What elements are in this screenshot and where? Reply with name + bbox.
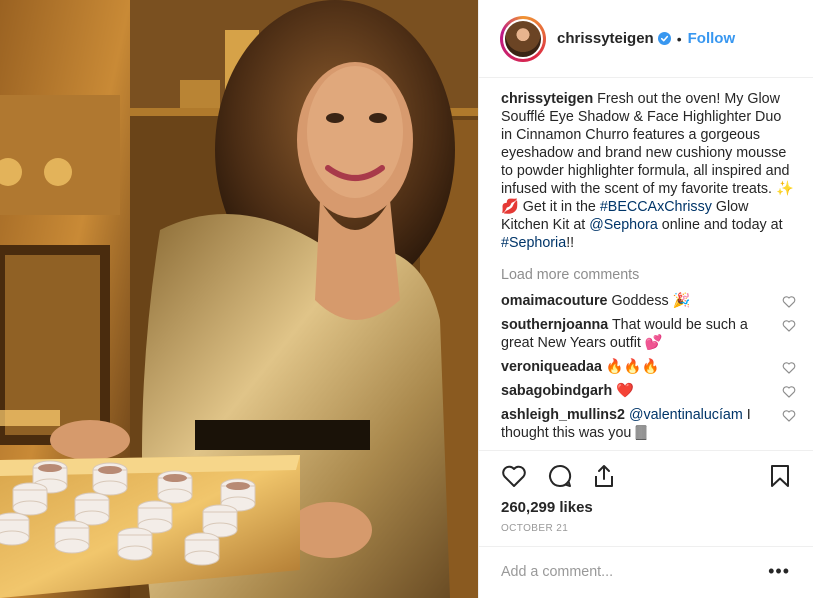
- comment-username[interactable]: southernjoanna: [501, 317, 608, 333]
- load-more-comments-link[interactable]: Load more comments: [501, 267, 796, 283]
- comment-row: sabagobindgarh ❤️: [501, 382, 796, 400]
- comment-row: ashleigh_mullins2 @valentinalucíam I tho…: [501, 406, 796, 442]
- avatar-image: [503, 18, 543, 59]
- comment-username[interactable]: omaimacouture: [501, 293, 607, 309]
- verified-badge-icon: [657, 32, 671, 45]
- caption-text-3: online and today at: [657, 217, 783, 233]
- post-date: OCTOBER 21: [501, 523, 569, 534]
- comment-username[interactable]: veroniqueadaa: [501, 359, 602, 375]
- comment-row: southernjoanna That would be such a grea…: [501, 316, 796, 352]
- caption-hashtag-becca[interactable]: #BECCAxChrissy: [600, 199, 712, 215]
- post-side-panel: chrissyteigen • Follow chrissyteigen Fre…: [478, 0, 813, 598]
- comment-row: veroniqueadaa 🔥🔥🔥: [501, 358, 796, 376]
- comment-like-heart-icon[interactable]: [782, 385, 796, 398]
- photo-illustration: [0, 0, 478, 598]
- post-actions-bar: [479, 450, 813, 498]
- comment-like-heart-icon[interactable]: [782, 409, 796, 422]
- caption-username[interactable]: chrissyteigen: [501, 91, 593, 107]
- comment-mention[interactable]: @valentinalucíam: [629, 407, 743, 423]
- post-header: chrissyteigen • Follow: [479, 0, 813, 78]
- comment-row: omaimacouture Goddess 🎉: [501, 292, 796, 310]
- comments-section[interactable]: chrissyteigen Fresh out the oven! My Glo…: [501, 90, 796, 450]
- post-photo[interactable]: [0, 0, 478, 598]
- header-username[interactable]: chrissyteigen: [557, 30, 654, 47]
- comment-text: ❤️: [612, 383, 634, 399]
- add-comment-bar: Add a comment... •••: [479, 546, 813, 598]
- add-comment-input[interactable]: Add a comment...: [501, 564, 613, 580]
- comment-like-heart-icon[interactable]: [782, 361, 796, 374]
- comment-like-heart-icon[interactable]: [782, 295, 796, 308]
- comment-username[interactable]: sabagobindgarh: [501, 383, 612, 399]
- more-options-button[interactable]: •••: [768, 561, 790, 582]
- comment-text: Goddess 🎉: [607, 293, 691, 309]
- likes-count[interactable]: 260,299 likes: [501, 499, 593, 516]
- caption-hashtag-sephoria[interactable]: #Sephoria: [501, 235, 566, 251]
- header-separator: •: [676, 30, 682, 47]
- comment-text: 🔥🔥🔥: [601, 359, 660, 375]
- share-upload-icon[interactable]: [591, 463, 617, 489]
- caption-text-4: !!: [566, 235, 575, 251]
- follow-button[interactable]: Follow: [688, 30, 736, 47]
- post-caption: chrissyteigen Fresh out the oven! My Glo…: [501, 90, 796, 252]
- save-bookmark-icon[interactable]: [767, 463, 793, 489]
- caption-mention-sephora[interactable]: @Sephora: [589, 217, 658, 233]
- comment-bubble-icon[interactable]: [547, 463, 573, 489]
- comment-like-heart-icon[interactable]: [782, 319, 796, 332]
- comment-username[interactable]: ashleigh_mullins2: [501, 407, 625, 423]
- like-heart-icon[interactable]: [501, 463, 527, 489]
- avatar[interactable]: [500, 15, 546, 62]
- caption-text-1: Fresh out the oven! My Glow Soufflé Eye …: [501, 91, 794, 215]
